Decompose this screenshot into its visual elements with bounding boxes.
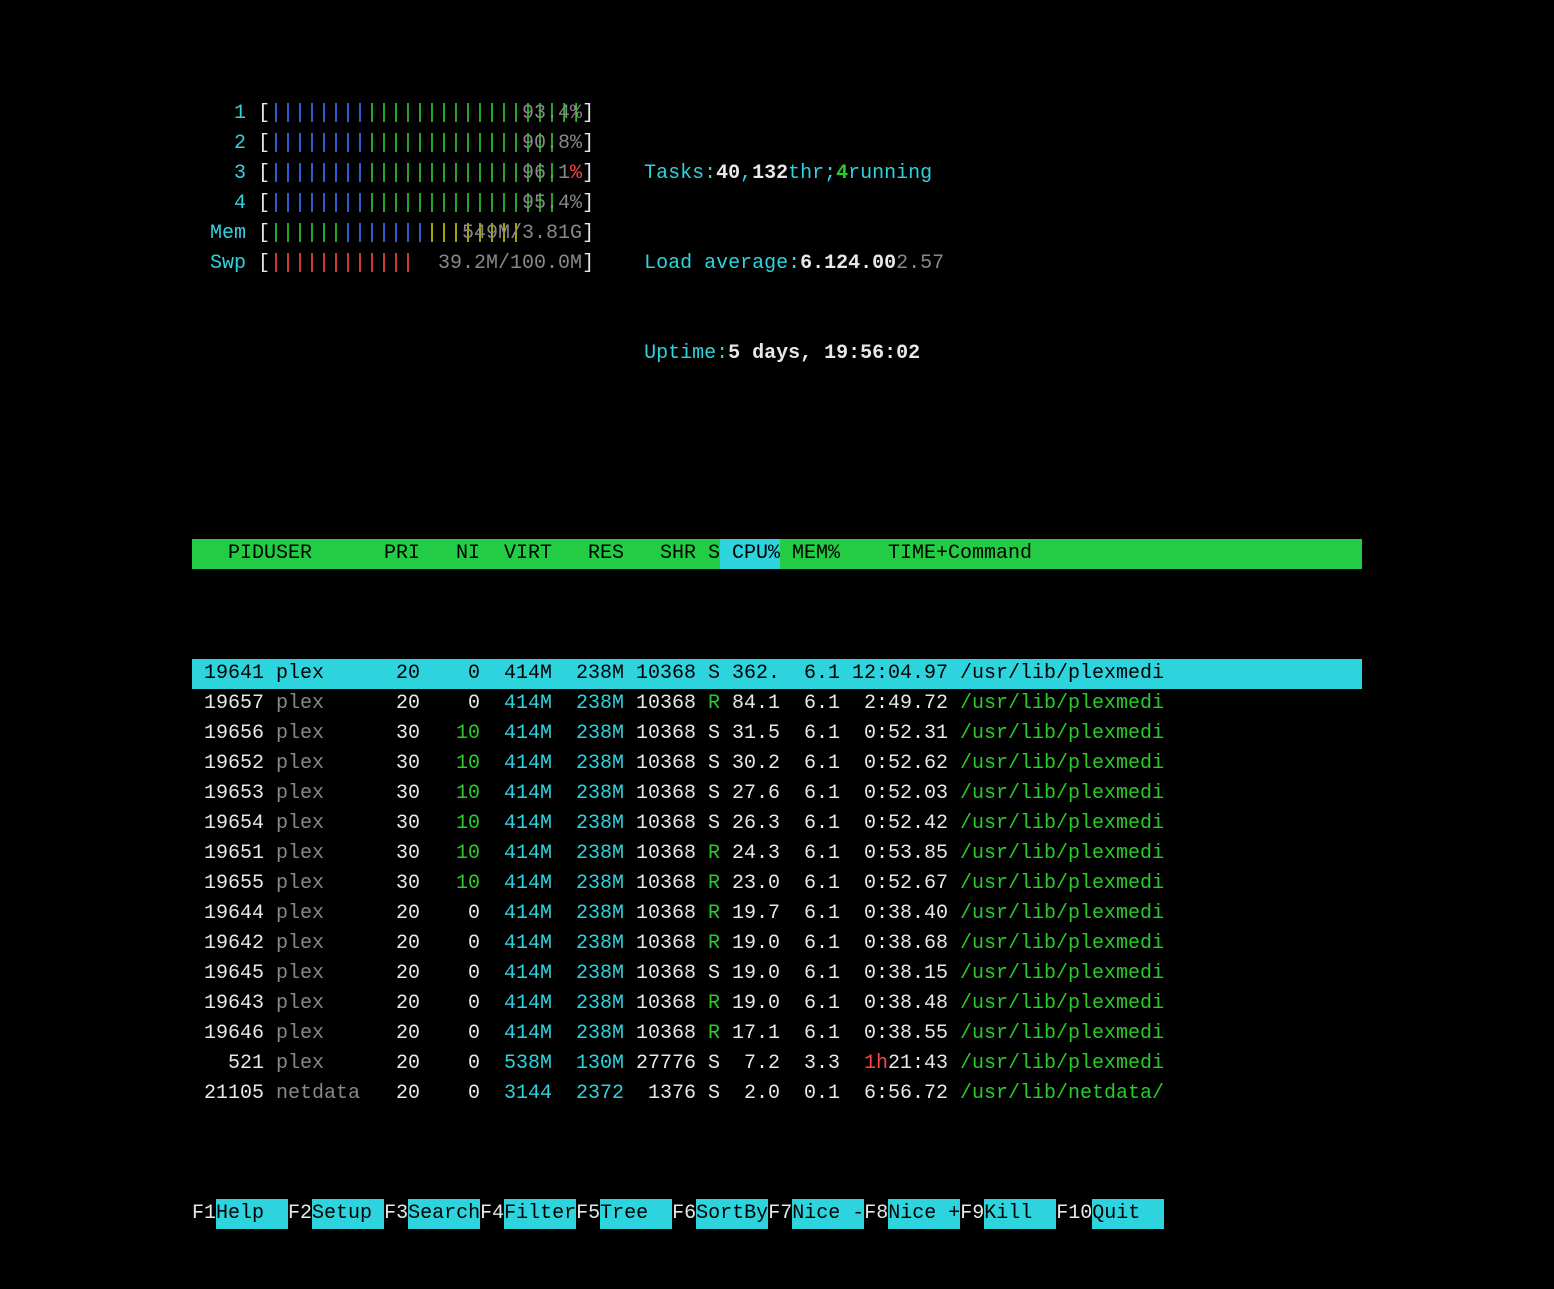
cpu-meter-1: 1[||||||||||||||||||||||||||93.4%] [210, 99, 594, 129]
fkey-f4[interactable]: F4 [480, 1199, 504, 1229]
process-row[interactable]: 521plex200538M130M27776S7.23.31h21:43/us… [192, 1049, 1362, 1079]
process-row[interactable]: 19642plex200414M238M10368R19.06.10:38.68… [192, 929, 1362, 959]
process-list[interactable]: 19641plex200414M238M10368S362.6.112:04.9… [192, 659, 1362, 1109]
flabel-f4[interactable]: Filter [504, 1199, 576, 1229]
meters-block: 1[||||||||||||||||||||||||||93.4%]2[||||… [192, 81, 1362, 449]
meters-right: Tasks: 40, 132 thr; 4 running Load avera… [644, 99, 944, 429]
fkey-f3[interactable]: F3 [384, 1199, 408, 1229]
process-row[interactable]: 19656plex3010414M238M10368S31.56.10:52.3… [192, 719, 1362, 749]
mem-meter: Mem[|||||||||||||||||||||549M/3.81G] [210, 219, 594, 249]
hdr-mem[interactable]: MEM% [780, 539, 840, 569]
flabel-f5[interactable]: Tree [600, 1199, 672, 1229]
tasks-total: 40 [716, 159, 740, 189]
flabel-f2[interactable]: Setup [312, 1199, 384, 1229]
hdr-cpu[interactable]: CPU% [720, 539, 780, 569]
cpu-meter-3: 3[||||||||||||||||||||||||96.1%] [210, 159, 594, 189]
flabel-f6[interactable]: SortBy [696, 1199, 768, 1229]
hdr-s[interactable]: S [696, 539, 720, 569]
load-1: 6.12 [800, 249, 848, 279]
fkey-f7[interactable]: F7 [768, 1199, 792, 1229]
meters-left: 1[||||||||||||||||||||||||||93.4%]2[||||… [210, 99, 594, 429]
cpu-meter-2: 2[||||||||||||||||||||||||90.8%] [210, 129, 594, 159]
footer: F1Help F2Setup F3SearchF4FilterF5Tree F6… [192, 1199, 1362, 1229]
process-header[interactable]: PIDUSERPRINIVIRTRESSHRSCPU%MEM%TIME+Comm… [192, 539, 1362, 569]
flabel-f1[interactable]: Help [216, 1199, 288, 1229]
process-row[interactable]: 19645plex200414M238M10368S19.06.10:38.15… [192, 959, 1362, 989]
process-row[interactable]: 19641plex200414M238M10368S362.6.112:04.9… [192, 659, 1362, 689]
flabel-f3[interactable]: Search [408, 1199, 480, 1229]
load-label: Load average: [644, 249, 800, 279]
process-row[interactable]: 19652plex3010414M238M10368S30.26.10:52.6… [192, 749, 1362, 779]
tasks-sep: , [740, 159, 752, 189]
process-row[interactable]: 19651plex3010414M238M10368R24.36.10:53.8… [192, 839, 1362, 869]
cpu-meter-4: 4[||||||||||||||||||||||||95.4%] [210, 189, 594, 219]
fkey-f6[interactable]: F6 [672, 1199, 696, 1229]
hdr-pri[interactable]: PRI [336, 539, 420, 569]
terminal-window: pi@plex-pi-01: ~ (ssh) ⌥⌘2 1[|||||||||||… [192, 0, 1362, 1289]
tasks-thr: 132 [752, 159, 788, 189]
process-row[interactable]: 19644plex200414M238M10368R19.76.10:38.40… [192, 899, 1362, 929]
fkey-f2[interactable]: F2 [288, 1199, 312, 1229]
hdr-ni[interactable]: NI [420, 539, 480, 569]
hdr-shr[interactable]: SHR [624, 539, 696, 569]
fkey-f9[interactable]: F9 [960, 1199, 984, 1229]
tasks-thr-label: thr; [788, 159, 836, 189]
load-5: 4.00 [848, 249, 896, 279]
tasks-row: Tasks: 40, 132 thr; 4 running [644, 159, 944, 189]
hdr-pid[interactable]: PID [192, 539, 264, 569]
load-row: Load average: 6.12 4.00 2.57 [644, 249, 944, 279]
uptime-value: 5 days, 19:56:02 [728, 339, 920, 369]
process-row[interactable]: 19655plex3010414M238M10368R23.06.10:52.6… [192, 869, 1362, 899]
swap-meter: Swp[||||||||||||39.2M/100.0M] [210, 249, 594, 279]
hdr-user[interactable]: USER [264, 539, 336, 569]
hdr-res[interactable]: RES [552, 539, 624, 569]
uptime-row: Uptime: 5 days, 19:56:02 [644, 339, 944, 369]
fkey-f8[interactable]: F8 [864, 1199, 888, 1229]
flabel-f10[interactable]: Quit [1092, 1199, 1164, 1229]
process-row[interactable]: 21105netdata200314423721376S2.00.16:56.7… [192, 1079, 1362, 1109]
process-row[interactable]: 19643plex200414M238M10368R19.06.10:38.48… [192, 989, 1362, 1019]
uptime-label: Uptime: [644, 339, 728, 369]
process-row[interactable]: 19653plex3010414M238M10368S27.66.10:52.0… [192, 779, 1362, 809]
fkey-f10[interactable]: F10 [1056, 1199, 1092, 1229]
tasks-running: 4 [836, 159, 848, 189]
terminal-content[interactable]: 1[||||||||||||||||||||||||||93.4%]2[||||… [192, 0, 1362, 1289]
hdr-cmd[interactable]: Command [948, 539, 1362, 569]
process-row[interactable]: 19657plex200414M238M10368R84.16.12:49.72… [192, 689, 1362, 719]
flabel-f7[interactable]: Nice - [792, 1199, 864, 1229]
process-row[interactable]: 19654plex3010414M238M10368S26.36.10:52.4… [192, 809, 1362, 839]
flabel-f9[interactable]: Kill [984, 1199, 1056, 1229]
hdr-virt[interactable]: VIRT [480, 539, 552, 569]
fkey-f1[interactable]: F1 [192, 1199, 216, 1229]
flabel-f8[interactable]: Nice + [888, 1199, 960, 1229]
load-15: 2.57 [896, 249, 944, 279]
process-row[interactable]: 19646plex200414M238M10368R17.16.10:38.55… [192, 1019, 1362, 1049]
hdr-time[interactable]: TIME+ [840, 539, 948, 569]
fkey-f5[interactable]: F5 [576, 1199, 600, 1229]
tasks-running-label: running [848, 159, 932, 189]
tasks-label: Tasks: [644, 159, 716, 189]
